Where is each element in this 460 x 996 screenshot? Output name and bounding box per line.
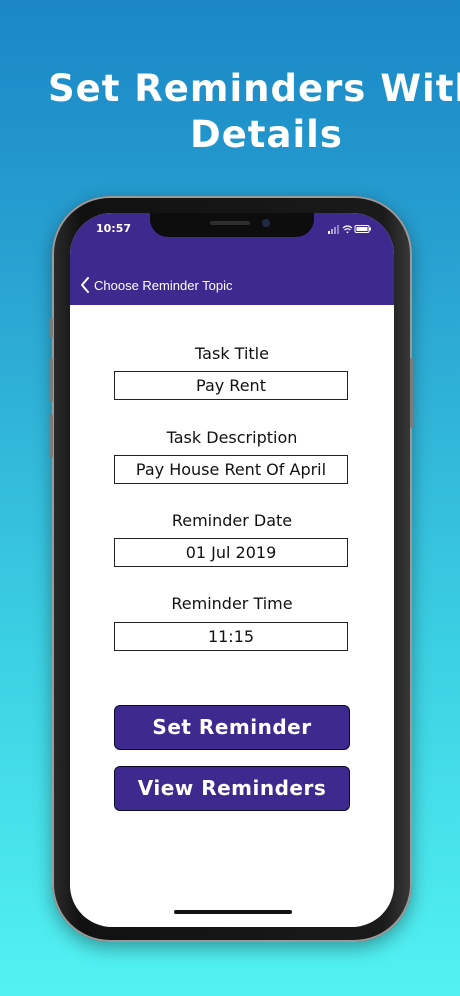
wifi-icon: [342, 225, 353, 234]
status-time: 10:57: [96, 222, 132, 235]
phone-screen: 10:57 Choose Reminder Topic Task Title P…: [70, 213, 394, 927]
task-title-field[interactable]: Pay Rent: [114, 371, 348, 400]
back-button[interactable]: Choose Reminder Topic: [80, 277, 233, 293]
task-description-field[interactable]: Pay House Rent Of April: [114, 455, 348, 484]
battery-icon: [354, 225, 371, 233]
reminder-date-field[interactable]: 01 Jul 2019: [114, 538, 348, 567]
speaker-grille: [210, 221, 250, 225]
front-camera: [262, 219, 270, 227]
view-reminders-button[interactable]: View Reminders: [114, 766, 350, 811]
back-button-label: Choose Reminder Topic: [94, 277, 233, 293]
chevron-left-icon: [81, 277, 89, 293]
reminder-time-label: Reminder Time: [171, 594, 293, 613]
status-icons: [328, 225, 371, 234]
navigation-bar: Choose Reminder Topic: [70, 255, 394, 305]
task-description-label: Task Description: [166, 428, 298, 447]
phone-side-button-left-2: [50, 358, 53, 402]
headline-line-2: Details: [190, 113, 343, 156]
phone-side-button-left-1: [50, 318, 53, 338]
reminder-date-label: Reminder Date: [171, 511, 293, 530]
status-bar: 10:57: [70, 213, 394, 255]
reminder-time-field[interactable]: 11:15: [114, 622, 348, 651]
signal-icon: [328, 225, 339, 234]
headline-line-1: Set Reminders With: [48, 67, 460, 110]
phone-side-button-left-3: [50, 414, 53, 458]
phone-notch: [150, 213, 314, 237]
home-indicator[interactable]: [174, 910, 292, 914]
phone-side-button-right: [410, 358, 413, 428]
set-reminder-button[interactable]: Set Reminder: [114, 705, 350, 750]
task-title-label: Task Title: [195, 344, 269, 363]
